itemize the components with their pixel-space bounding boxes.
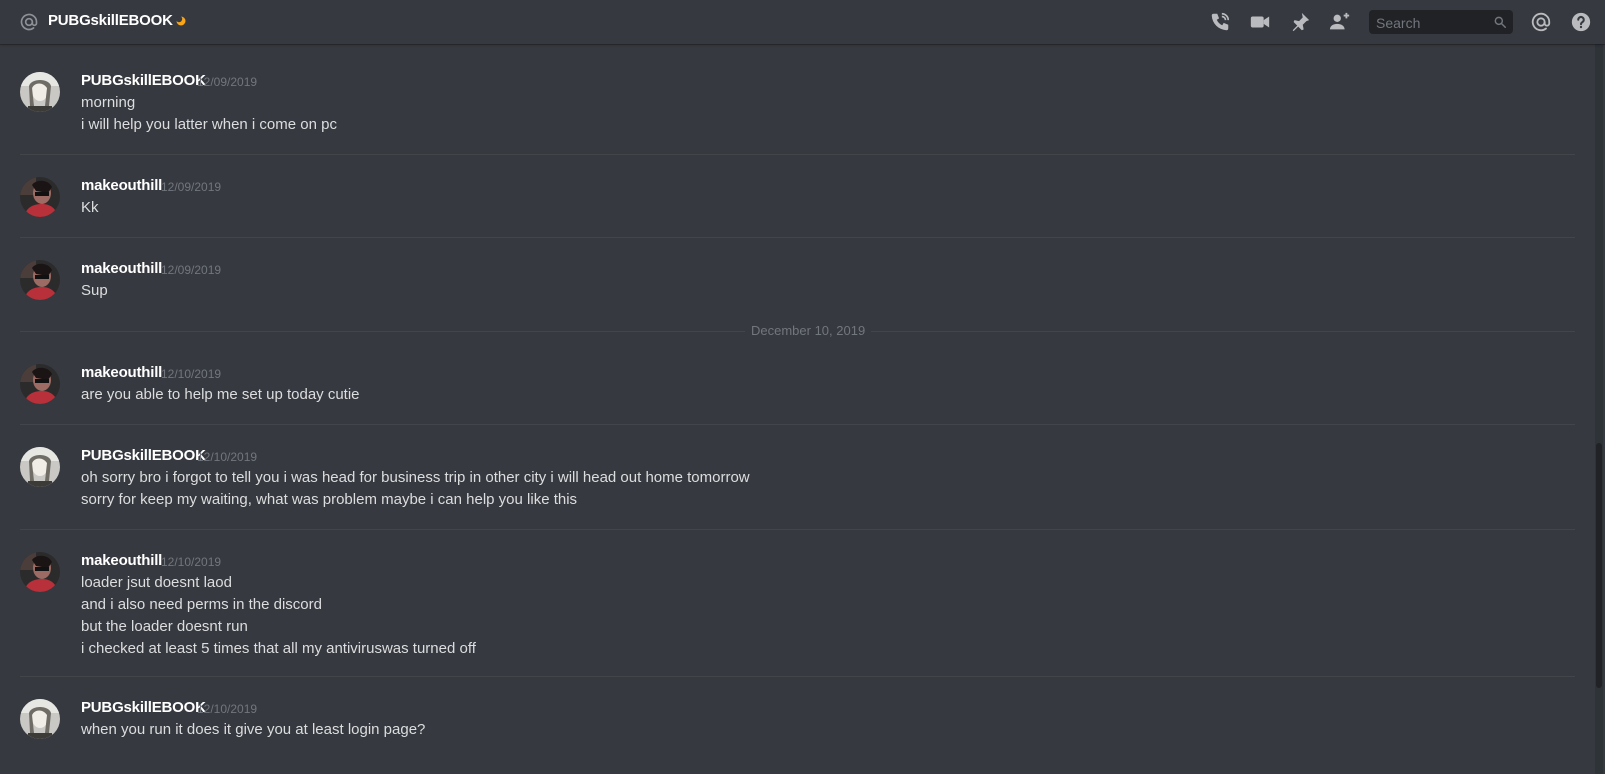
- message-author[interactable]: PUBGskillEBOOK: [81, 699, 206, 716]
- phone-call-icon[interactable]: [1208, 11, 1232, 33]
- pubg-avatar[interactable]: [20, 699, 60, 739]
- makeouthill-avatar[interactable]: [20, 177, 60, 217]
- pubg-avatar[interactable]: [20, 447, 60, 487]
- message-author[interactable]: makeouthill: [81, 552, 162, 569]
- message-text: oh sorry bro i forgot to tell you i was …: [81, 469, 750, 486]
- at-icon: [20, 13, 38, 31]
- message-text: are you able to help me set up today cut…: [81, 386, 360, 403]
- message-author[interactable]: PUBGskillEBOOK: [81, 447, 206, 464]
- message-list[interactable]: PUBGskillEBOOK 12/09/2019 morning i will…: [0, 44, 1590, 774]
- date-divider: December 10, 2019: [20, 323, 1575, 338]
- add-friend-icon[interactable]: [1328, 11, 1352, 33]
- message-timestamp: 12/09/2019: [161, 263, 222, 277]
- message-timestamp: 12/10/2019: [161, 555, 222, 569]
- message-divider: [20, 154, 1575, 155]
- message-timestamp: 12/09/2019: [161, 180, 222, 194]
- message-text: when you run it does it give you at leas…: [81, 721, 426, 738]
- message-timestamp: 12/10/2019: [197, 702, 258, 716]
- message-author[interactable]: makeouthill: [81, 177, 162, 194]
- search-placeholder: Search: [1376, 15, 1421, 31]
- pubg-avatar[interactable]: [20, 72, 60, 112]
- scrollbar-thumb[interactable]: [1596, 443, 1602, 688]
- mentions-icon[interactable]: [1529, 11, 1553, 33]
- message-timestamp: 12/09/2019: [197, 75, 258, 89]
- message-divider: [20, 676, 1575, 677]
- message-text: Kk: [81, 199, 99, 216]
- message-text: and i also need perms in the discord: [81, 596, 322, 613]
- message-text: i will help you latter when i come on pc: [81, 116, 337, 133]
- help-icon[interactable]: [1569, 11, 1593, 33]
- message-timestamp: 12/10/2019: [197, 450, 258, 464]
- makeouthill-avatar[interactable]: [20, 364, 60, 404]
- makeouthill-avatar[interactable]: [20, 260, 60, 300]
- channel-header: PUBGskillEBOOK Search: [0, 0, 1605, 44]
- message-author[interactable]: makeouthill: [81, 260, 162, 277]
- message-text: sorry for keep my waiting, what was prob…: [81, 491, 578, 508]
- search-icon: [1494, 16, 1506, 28]
- channel-title: PUBGskillEBOOK: [48, 12, 173, 29]
- search-input[interactable]: Search: [1369, 10, 1513, 34]
- message-text: loader jsut doesnt laod: [81, 574, 232, 591]
- message-timestamp: 12/10/2019: [161, 367, 222, 381]
- video-call-icon[interactable]: [1248, 11, 1272, 33]
- message-author[interactable]: makeouthill: [81, 364, 162, 381]
- date-divider-label: December 10, 2019: [745, 323, 872, 338]
- message-divider: [20, 529, 1575, 530]
- message-text: Sup: [81, 282, 108, 299]
- message-text: i checked at least 5 times that all my a…: [81, 640, 476, 657]
- moon-status-icon: [176, 16, 186, 26]
- pin-icon[interactable]: [1288, 11, 1312, 33]
- makeouthill-avatar[interactable]: [20, 552, 60, 592]
- message-text: morning: [81, 94, 136, 111]
- message-divider: [20, 424, 1575, 425]
- message-text: but the loader doesnt run: [81, 618, 248, 635]
- message-divider: [20, 237, 1575, 238]
- message-author[interactable]: PUBGskillEBOOK: [81, 72, 206, 89]
